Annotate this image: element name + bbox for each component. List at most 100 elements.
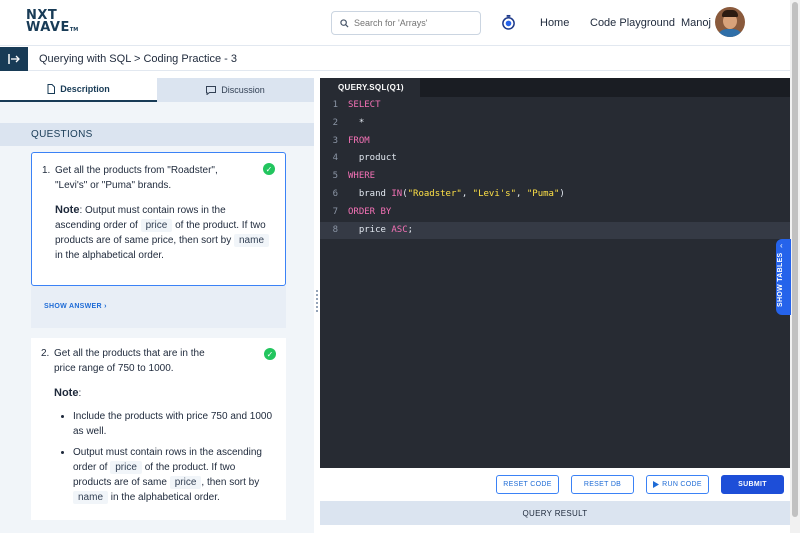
editor-tab-bar: QUERY.SQL(Q1) — [320, 78, 790, 97]
code-chip-name: name — [233, 234, 269, 247]
page-scrollbar[interactable] — [790, 0, 800, 533]
tab-description[interactable]: Description — [0, 78, 157, 102]
nav-home[interactable]: Home — [540, 17, 569, 29]
code-token: IN — [391, 188, 403, 199]
show-answer-label: SHOW ANSWER — [44, 303, 102, 310]
code-line[interactable]: 3 FROM — [320, 133, 790, 151]
question-text: Get all the products that are in the pri… — [54, 348, 205, 374]
question-card-2[interactable]: 2. Get all the products that are in the … — [31, 338, 286, 520]
code-line[interactable]: 4 product — [320, 150, 790, 168]
code-chip-name: name — [73, 491, 109, 504]
line-number: 2 — [332, 117, 338, 128]
code-token: ASC — [391, 224, 408, 235]
show-tables-button[interactable]: ‹ SHOW TABLES — [776, 239, 791, 315]
list-item: Include the products with price 750 and … — [73, 409, 273, 439]
problem-tabs: Description Discussion — [0, 78, 314, 102]
top-navbar: NXT WAVETM Home Code Playground Manoj — [0, 0, 790, 46]
code-lines[interactable]: 1 SELECT 2 * 3 FROM 4 product 5 WHERE 6 bra… — [320, 97, 790, 240]
logo-tm: TM — [69, 27, 79, 33]
code-token: , — [461, 188, 473, 199]
line-number: 8 — [332, 224, 338, 235]
show-tables-label: SHOW TABLES — [777, 252, 784, 307]
code-token: ) — [559, 188, 565, 199]
sidebar-toggle-button[interactable] — [0, 47, 28, 71]
reset-code-button[interactable]: RESET CODE — [496, 475, 559, 494]
run-code-label: RUN CODE — [662, 481, 702, 488]
editor-actions: RESET CODE RESET DB RUN CODE SUBMIT — [320, 468, 790, 501]
note-label: Note — [55, 204, 80, 216]
note-text: , then sort by — [201, 477, 260, 488]
line-number: 6 — [332, 188, 338, 199]
line-number: 1 — [332, 100, 338, 110]
code-chip-price: price — [140, 219, 173, 232]
code-token: * — [358, 117, 365, 128]
code-chip-price: price — [110, 461, 142, 474]
note-text: in the alphabetical order. — [55, 250, 164, 261]
problem-panel: Description Discussion QUESTIONS 1. Get … — [0, 78, 314, 533]
code-line[interactable]: 5 WHERE — [320, 168, 790, 186]
code-line-current[interactable]: 8 price ASC; — [320, 221, 790, 240]
chevron-right-icon: › — [104, 303, 107, 310]
search-icon — [340, 18, 349, 28]
check-icon: ✓ — [263, 163, 275, 175]
question-number: 2. — [41, 348, 50, 359]
question-note: Note: Output must contain rows in the as… — [55, 203, 270, 263]
submit-button[interactable]: SUBMIT — [721, 475, 784, 494]
panel-resize-handle[interactable] — [316, 290, 318, 314]
user-name[interactable]: Manoj — [681, 17, 711, 29]
tab-discussion[interactable]: Discussion — [157, 78, 314, 102]
note-text: in the alphabetical order. — [110, 492, 220, 503]
code-line[interactable]: 6 brand IN("Roadster", "Levi's", "Puma") — [320, 186, 790, 204]
description-icon — [47, 84, 56, 94]
code-token: "Puma" — [526, 188, 560, 199]
avatar[interactable] — [715, 7, 745, 37]
question-card-1[interactable]: 1. Get all the products from "Roadster",… — [31, 152, 286, 286]
breadcrumb: Querying with SQL > Coding Practice - 3 — [39, 53, 237, 65]
code-token: SELECT — [348, 100, 381, 110]
line-number: 3 — [332, 135, 338, 146]
breadcrumb-bar: Querying with SQL > Coding Practice - 3 — [0, 47, 790, 71]
note-bullets: Include the products with price 750 and … — [73, 409, 273, 505]
search-input[interactable] — [354, 18, 469, 28]
check-icon: ✓ — [264, 348, 276, 360]
nxtwave-logo[interactable]: NXT WAVETM — [26, 9, 79, 36]
code-token: product — [358, 153, 397, 164]
search-box[interactable] — [331, 11, 481, 35]
question-text: Get all the products from "Roadster", "L… — [55, 165, 218, 191]
logo-line-2: WAVE — [26, 20, 70, 35]
code-line[interactable]: 2 * — [320, 115, 790, 133]
code-token: price — [358, 224, 392, 235]
line-number: 5 — [332, 171, 338, 182]
code-editor[interactable]: QUERY.SQL(Q1) 1 SELECT 2 * 3 FROM 4 produc… — [320, 78, 790, 468]
question-number: 1. — [42, 165, 51, 176]
code-token: ORDER BY — [348, 206, 392, 217]
code-token: "Roadster" — [407, 188, 462, 199]
play-icon — [653, 481, 660, 488]
reset-db-button[interactable]: RESET DB — [571, 475, 634, 494]
sidebar-toggle-icon — [8, 54, 20, 64]
query-result-bar[interactable]: QUERY RESULT — [320, 501, 790, 525]
line-number: 7 — [332, 206, 338, 217]
note-label: Note — [54, 387, 79, 399]
code-token: ; — [407, 224, 414, 235]
editor-file-tab[interactable]: QUERY.SQL(Q1) — [320, 78, 420, 97]
note-colon: : — [78, 388, 82, 399]
code-token: brand — [358, 188, 392, 199]
nav-code-playground[interactable]: Code Playground — [590, 17, 675, 29]
code-token: WHERE — [348, 171, 376, 182]
code-line[interactable]: 7 ORDER BY — [320, 204, 790, 222]
show-answer-link[interactable]: SHOW ANSWER › — [31, 286, 286, 328]
discussion-icon — [206, 85, 217, 95]
code-token: , — [516, 188, 527, 199]
timer-icon[interactable] — [501, 14, 516, 30]
tab-discussion-label: Discussion — [221, 85, 265, 95]
run-code-button[interactable]: RUN CODE — [646, 475, 709, 494]
tab-description-label: Description — [60, 84, 110, 94]
code-token: "Levi's" — [472, 188, 517, 199]
question-note: Note: — [54, 386, 269, 401]
line-number: 4 — [332, 153, 338, 164]
code-token: FROM — [348, 135, 370, 146]
list-item: Output must contain rows in the ascendin… — [73, 445, 273, 505]
code-line[interactable]: 1 SELECT — [320, 97, 790, 115]
code-chip-price: price — [169, 476, 202, 489]
